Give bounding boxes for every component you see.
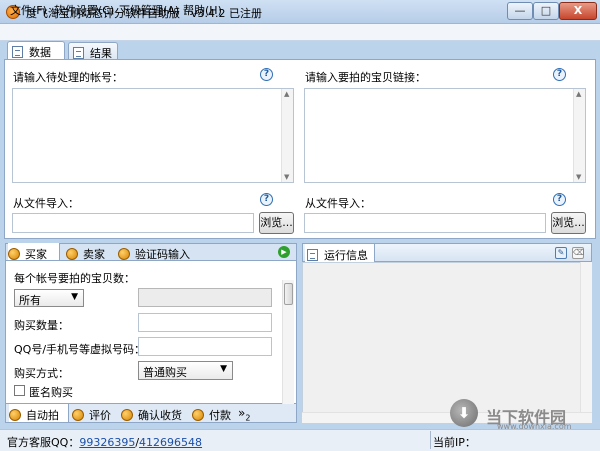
menu-bar xyxy=(0,24,600,41)
current-ip-label: 当前IP： xyxy=(433,436,476,449)
support-qq-label: 官方客服QQ： xyxy=(7,436,80,449)
document-icon xyxy=(307,249,318,261)
help-icon[interactable]: ? xyxy=(260,193,273,206)
accounts-textarea[interactable] xyxy=(12,88,294,183)
gear-icon xyxy=(72,409,84,421)
clear-log-icon[interactable]: ⌫ xyxy=(572,247,584,259)
save-log-icon[interactable]: ✎ xyxy=(555,247,567,259)
links-label: 请输入要拍的宝贝链接： xyxy=(305,71,426,84)
anonymous-label: 匿名购买 xyxy=(29,386,73,399)
watermark-logo: ⬇ xyxy=(450,399,478,427)
method-label: 购买方式： xyxy=(14,367,69,380)
watermark-url: www.downxia.com xyxy=(497,422,572,431)
count-select[interactable]: 所有 ▼ xyxy=(14,289,84,307)
browse-button-right[interactable]: 浏览... xyxy=(551,212,586,234)
import-file-input-right[interactable] xyxy=(304,213,546,233)
maximize-button[interactable]: □ xyxy=(533,2,559,20)
method-select[interactable]: 普通购买 ▼ xyxy=(138,361,233,380)
more-tabs-button[interactable]: »2 xyxy=(238,403,256,423)
tab-payment-label: 付款 xyxy=(209,409,231,422)
count-custom-input xyxy=(138,288,272,307)
menu-subordinate[interactable]: 下级管理(A) xyxy=(119,2,179,18)
browse-button-left[interactable]: 浏览... xyxy=(259,212,294,234)
tab-payment[interactable]: 付款 xyxy=(192,404,236,422)
tab-data[interactable]: 数据 xyxy=(7,41,65,60)
run-info-log[interactable] xyxy=(302,262,592,423)
tab-buyer[interactable]: 买家 xyxy=(8,243,60,261)
import-file-input-left[interactable] xyxy=(12,213,254,233)
document-icon xyxy=(73,47,84,59)
quantity-input[interactable] xyxy=(138,313,272,332)
scrollbar-thumb[interactable] xyxy=(284,283,293,305)
tab-data-label: 数据 xyxy=(29,46,51,59)
gear-icon xyxy=(118,248,130,260)
method-select-value: 普通购买 xyxy=(143,366,187,379)
support-qq-link-1[interactable]: 99326395 xyxy=(79,436,135,449)
support-qq: 官方客服QQ：99326395/412696548 xyxy=(7,434,202,450)
import-label-left: 从文件导入： xyxy=(13,197,79,210)
help-icon[interactable]: ? xyxy=(553,193,566,206)
menu-help[interactable]: 帮助(H) xyxy=(183,2,222,18)
run-info-scrollbar[interactable] xyxy=(580,262,592,412)
count-label: 每个帐号要拍的宝贝数： xyxy=(14,272,135,285)
tab-seller[interactable]: 卖家 xyxy=(66,243,118,261)
links-textarea[interactable] xyxy=(304,88,586,183)
tab-captcha[interactable]: 验证码输入 xyxy=(118,243,218,261)
menu-settings[interactable]: 软件设置(C) xyxy=(54,2,114,18)
tab-confirm-receipt-label: 确认收货 xyxy=(138,409,182,422)
menu-file[interactable]: 文件(F) xyxy=(10,2,47,18)
gear-icon xyxy=(66,248,78,260)
minimize-button[interactable]: — xyxy=(507,2,533,20)
tab-auto-buy-label: 自动拍 xyxy=(26,409,59,422)
import-label-right: 从文件导入： xyxy=(305,197,371,210)
tab-run-info-label: 运行信息 xyxy=(324,249,368,262)
scrollbar[interactable] xyxy=(573,89,585,182)
close-button[interactable]: X xyxy=(559,2,597,20)
gear-icon xyxy=(8,248,20,260)
tab-review[interactable]: 评价 xyxy=(72,404,118,422)
gear-icon xyxy=(9,409,21,421)
status-divider xyxy=(430,431,431,449)
more-tabs-count: 2 xyxy=(245,413,251,423)
scrollbar[interactable] xyxy=(281,89,293,182)
dropdown-arrow-icon: ▼ xyxy=(220,364,227,374)
count-select-value: 所有 xyxy=(19,294,41,307)
help-icon[interactable]: ? xyxy=(553,68,566,81)
tab-results[interactable]: 结果 xyxy=(68,42,118,60)
qq-label: QQ号/手机号等虚拟号码： xyxy=(14,343,146,356)
buyer-panel-scrollbar[interactable] xyxy=(282,280,294,404)
qq-input[interactable] xyxy=(138,337,272,356)
tab-review-label: 评价 xyxy=(89,409,111,422)
play-icon[interactable]: ▶ xyxy=(278,246,290,258)
quantity-label: 购买数量： xyxy=(14,319,69,332)
gear-icon xyxy=(121,409,133,421)
dropdown-arrow-icon: ▼ xyxy=(71,292,78,302)
tab-run-info[interactable]: 运行信息 xyxy=(305,244,375,262)
tab-confirm-receipt[interactable]: 确认收货 xyxy=(121,404,189,422)
support-qq-link-2[interactable]: 412696548 xyxy=(139,436,202,449)
accounts-label: 请输入待处理的帐号： xyxy=(13,71,123,84)
anonymous-checkbox[interactable] xyxy=(14,385,25,396)
document-icon xyxy=(12,46,23,58)
gear-icon xyxy=(192,409,204,421)
tab-auto-buy[interactable]: 自动拍 xyxy=(9,404,69,422)
help-icon[interactable]: ? xyxy=(260,68,273,81)
